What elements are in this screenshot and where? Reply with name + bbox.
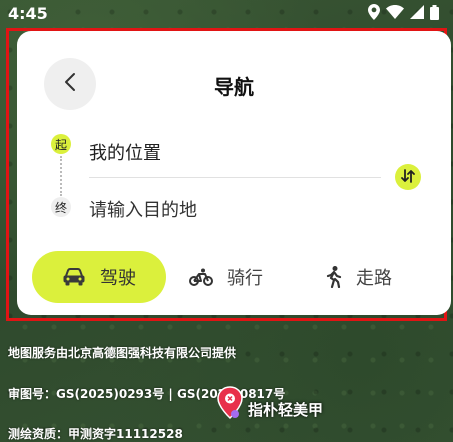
signal-icon	[410, 5, 424, 19]
bicycle-icon	[189, 268, 213, 286]
tab-drive-label: 驾驶	[100, 268, 136, 289]
map-survey-license: 测绘资质：甲测资字11112528	[8, 427, 183, 441]
walk-icon	[326, 266, 342, 288]
navigation-panel: 导航 起 终 我的位置 请输入目的地 驾驶 骑行 走路	[17, 31, 451, 315]
start-location-field[interactable]: 我的位置	[89, 139, 161, 165]
panel-title: 导航	[214, 75, 254, 99]
destination-input[interactable]: 请输入目的地	[89, 196, 197, 222]
tab-cycle[interactable]: 骑行	[189, 251, 263, 303]
route-connector	[60, 156, 62, 196]
tab-drive[interactable]: 驾驶	[32, 251, 166, 303]
swap-locations-button[interactable]	[395, 164, 421, 190]
location-icon	[368, 4, 380, 20]
map-provider-credit: 地图服务由北京高德图强科技有限公司提供	[8, 346, 237, 360]
car-icon	[62, 268, 86, 286]
tab-cycle-label: 骑行	[227, 268, 263, 289]
wifi-icon	[386, 5, 404, 19]
map-screen: 4:45 导航 起 终 我的位置 请输入目的地 驾驶 骑行 走路 地图服务由北京…	[0, 0, 453, 442]
status-bar: 4:45	[0, 0, 453, 28]
field-divider	[89, 177, 381, 178]
tab-walk-label: 走路	[356, 268, 392, 289]
battery-icon	[430, 4, 439, 20]
beauty-poi-icon[interactable]	[215, 386, 245, 420]
tab-walk[interactable]: 走路	[326, 251, 392, 303]
start-marker: 起	[51, 134, 71, 154]
swap-vertical-icon	[401, 168, 415, 187]
end-marker: 终	[51, 197, 71, 217]
status-icons	[368, 4, 439, 20]
status-time: 4:45	[8, 4, 48, 23]
poi-label[interactable]: 指朴轻美甲	[248, 399, 323, 420]
